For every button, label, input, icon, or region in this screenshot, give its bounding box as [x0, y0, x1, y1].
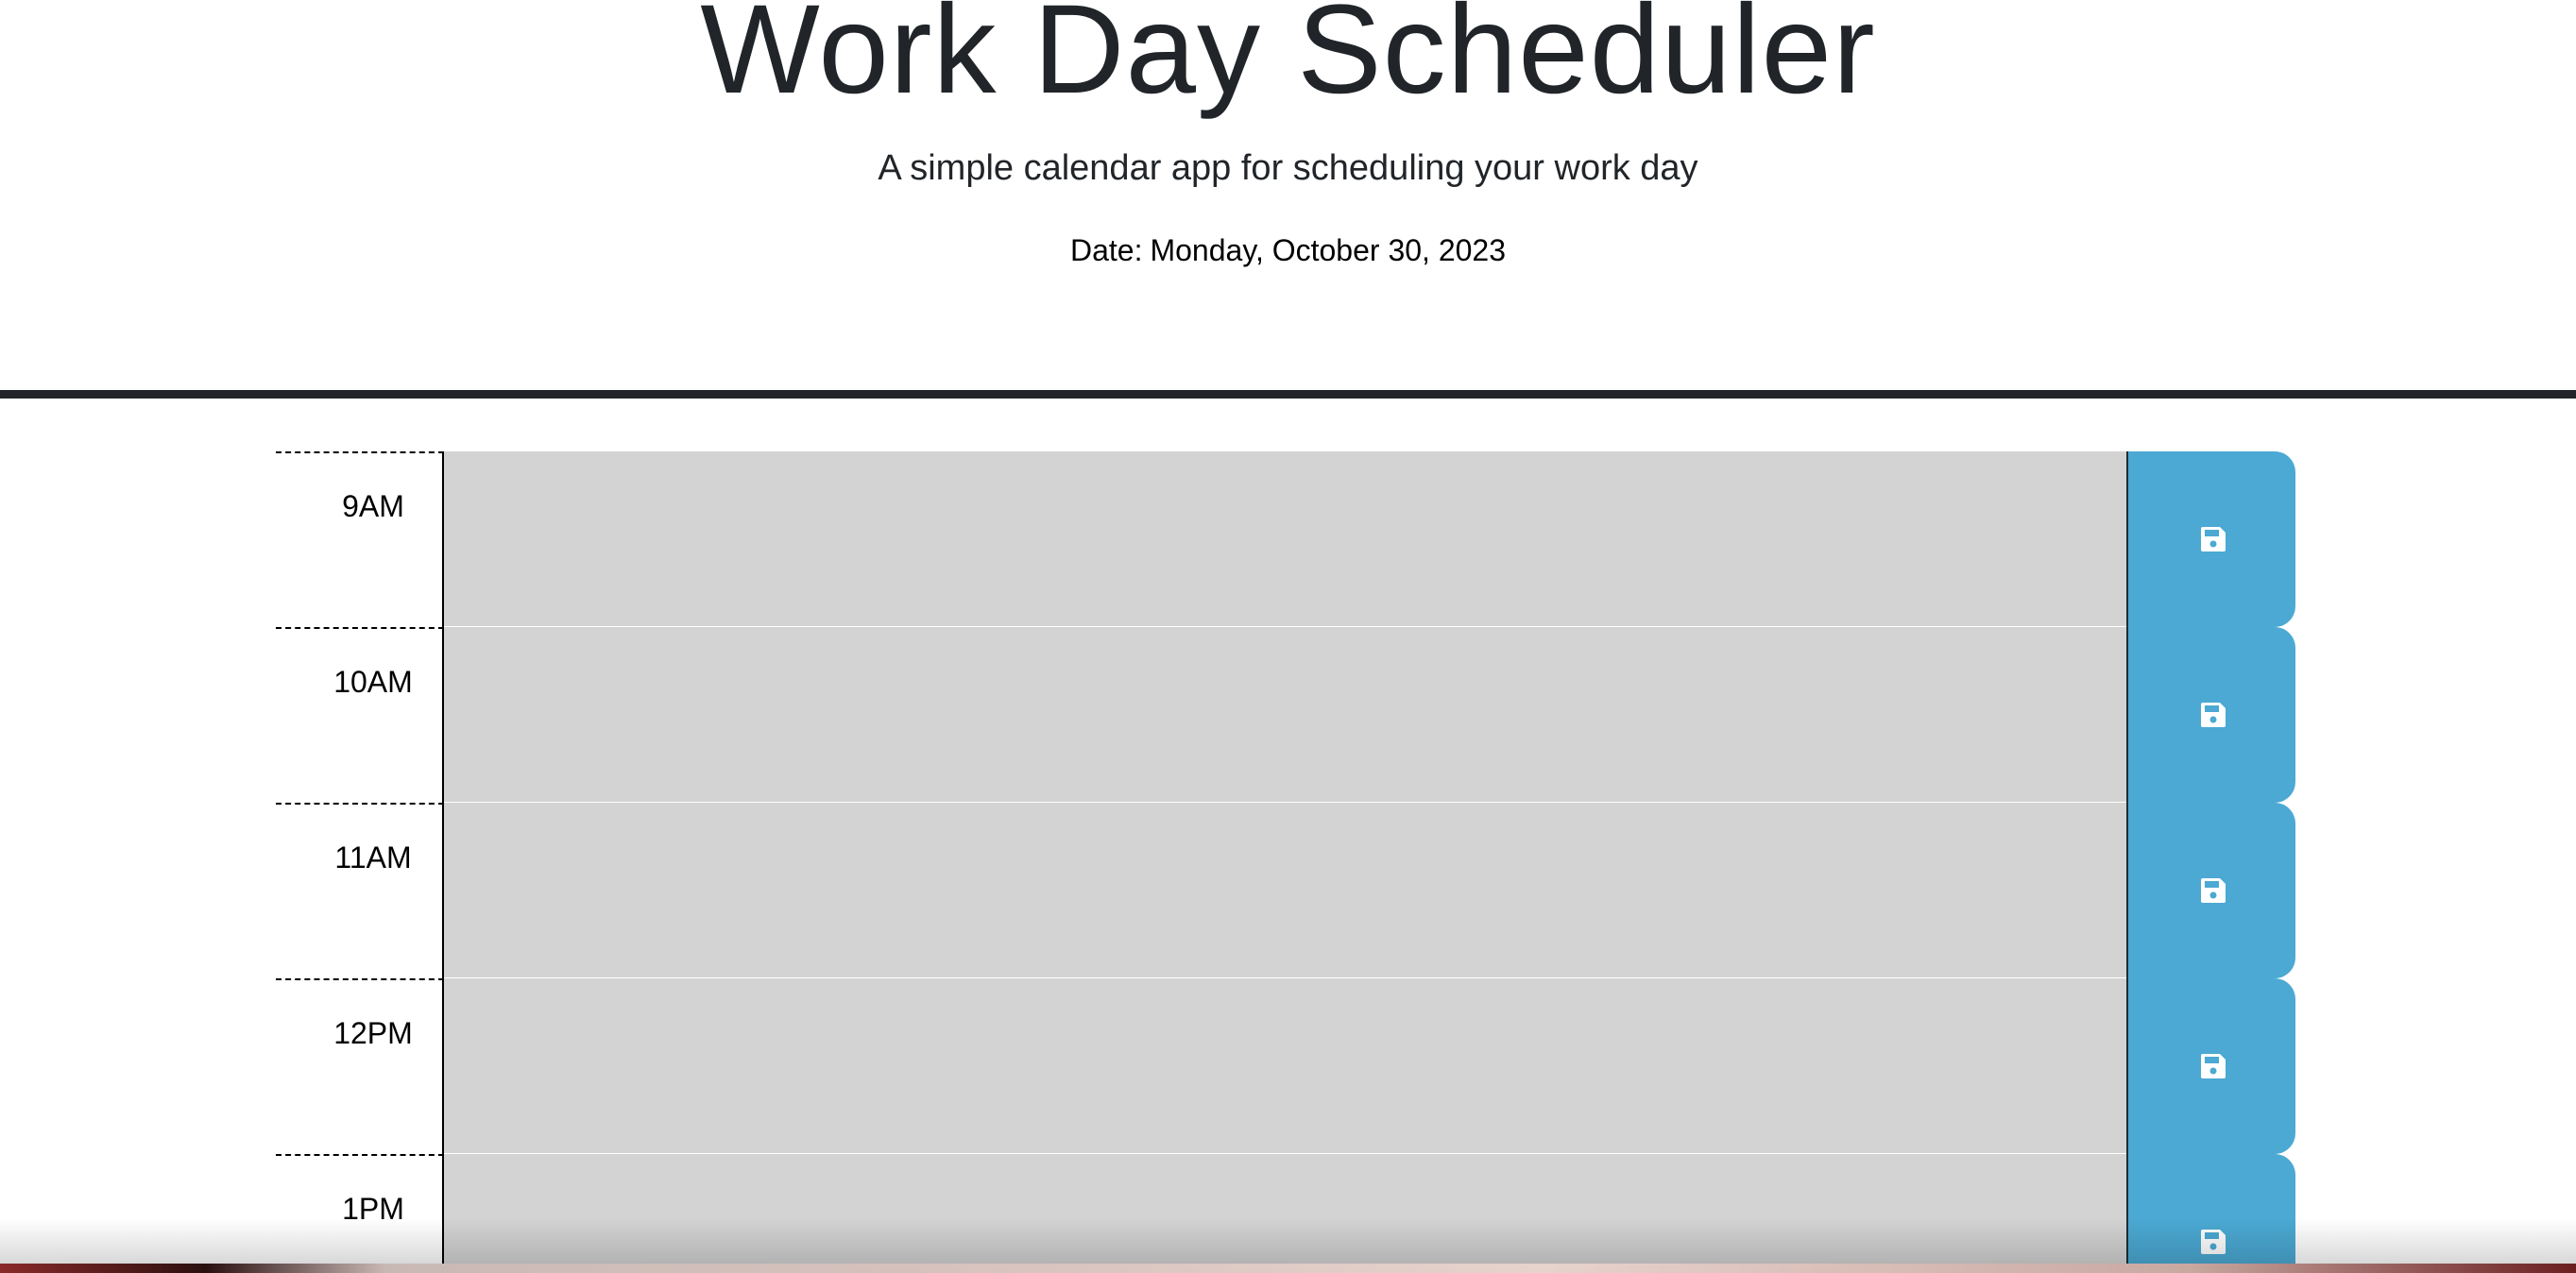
time-block-9am: 9AM: [276, 451, 2295, 627]
current-date: Date: Monday, October 30, 2023: [0, 230, 2576, 270]
event-description-input[interactable]: [444, 803, 2128, 978]
time-block-1pm: 1PM: [276, 1154, 2295, 1273]
time-block-list: 9AM 10AM 11AM 12PM 1PM: [276, 451, 2295, 1273]
time-block-12pm: 12PM: [276, 978, 2295, 1154]
floppy-disk-icon: [2201, 878, 2226, 903]
date-prefix: Date:: [1069, 233, 1143, 267]
floppy-disk-icon: [2201, 527, 2226, 552]
hour-label: 12PM: [276, 978, 444, 1154]
save-button[interactable]: [2126, 627, 2295, 803]
event-description-input[interactable]: [444, 978, 2128, 1154]
hour-label: 9AM: [276, 451, 444, 627]
save-button[interactable]: [2126, 1154, 2295, 1273]
save-button[interactable]: [2126, 451, 2295, 627]
page-subtitle: A simple calendar app for scheduling you…: [878, 148, 1698, 188]
hour-label: 10AM: [276, 627, 444, 803]
event-description-input[interactable]: [444, 451, 2128, 627]
floppy-disk-icon: [2201, 1054, 2226, 1078]
time-block-10am: 10AM: [276, 627, 2295, 803]
date-value: Monday, October 30, 2023: [1150, 233, 1506, 267]
header: Work Day Scheduler A simple calendar app…: [0, 0, 2576, 399]
page: Work Day Scheduler A simple calendar app…: [0, 0, 2576, 1273]
page-title: Work Day Scheduler: [700, 0, 1876, 120]
event-description-input[interactable]: [444, 1154, 2128, 1273]
time-block-11am: 11AM: [276, 803, 2295, 978]
desktop-background-strip: [0, 1264, 2576, 1273]
hour-label: 1PM: [276, 1154, 444, 1273]
save-button[interactable]: [2126, 803, 2295, 978]
save-button[interactable]: [2126, 978, 2295, 1154]
floppy-disk-icon: [2201, 703, 2226, 727]
event-description-input[interactable]: [444, 627, 2128, 803]
floppy-disk-icon: [2201, 1230, 2226, 1254]
hour-label: 11AM: [276, 803, 444, 978]
